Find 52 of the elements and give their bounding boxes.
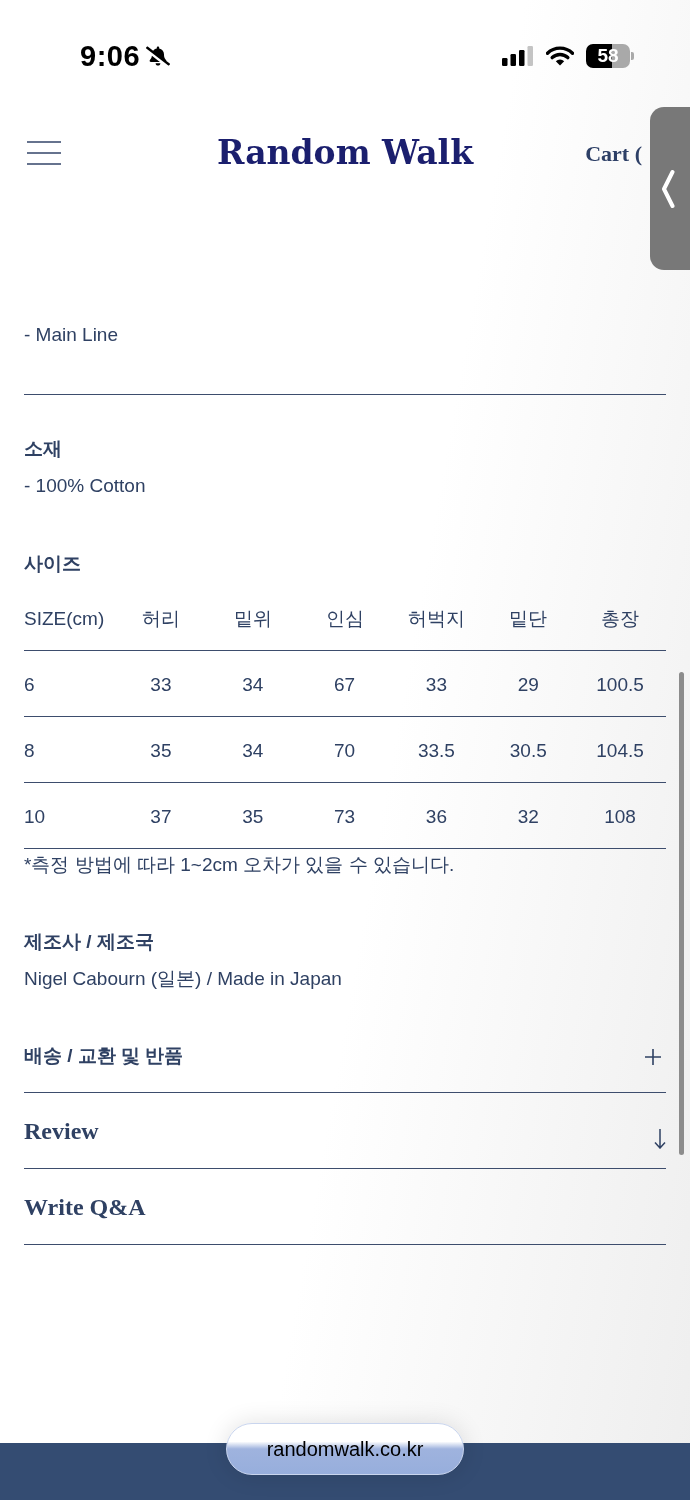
maker-text: Nigel Cabourn (일본) / Made in Japan	[24, 967, 343, 991]
material-text: - 100% Cotton	[24, 474, 147, 498]
accordion-title: Review	[24, 1116, 99, 1146]
product-line-text: - Main Line	[24, 323, 119, 347]
table-cell-text: 108	[603, 805, 637, 830]
table-cell-text: 33.5	[416, 739, 456, 764]
table-cell-text: 32	[516, 805, 540, 830]
accordion-row[interactable]: 배송 / 교환 및 반품	[24, 1021, 666, 1093]
accordion-title: 배송 / 교환 및 반품	[24, 1044, 184, 1069]
table-cell-text: 6	[24, 673, 36, 698]
table-cell-text: 35	[241, 805, 265, 830]
accordion-title: Write Q&A	[24, 1192, 146, 1222]
down-arrow-icon	[654, 1128, 666, 1149]
table-header-cell-text: 인심	[324, 607, 365, 632]
menu-icon[interactable]	[27, 141, 61, 165]
accordion-row[interactable]: Review	[24, 1093, 666, 1169]
table-cell-text: 35	[149, 739, 173, 764]
address-bar[interactable]: randomwalk.co.kr	[226, 1423, 464, 1475]
table-header-cell-text: 허리	[140, 607, 181, 632]
section-heading: 제조사 / 제조국	[24, 930, 155, 954]
table-header-cell-text: 허벅지	[406, 607, 466, 632]
table-cell-text: 100.5	[595, 673, 645, 698]
cellular-signal-icon	[502, 46, 534, 66]
clock-time: 9:06	[80, 39, 141, 74]
measurement-note: *측정 방법에 따라 1~2cm 오차가 있을 수 있습니다.	[24, 853, 456, 877]
table-header-cell-text: SIZE(cm)	[24, 607, 106, 632]
table-cell-text: 104.5	[595, 739, 645, 764]
table-cell-text: 34	[241, 739, 265, 764]
section-heading: 소재	[24, 437, 63, 461]
side-panel-tab[interactable]	[650, 107, 690, 270]
table-header-cell-text: 밑단	[508, 607, 549, 632]
table-cell-text: 73	[333, 805, 357, 830]
table-cell-text: 36	[424, 805, 448, 830]
chevron-left-icon	[661, 169, 675, 208]
table-header-cell-text: 총장	[600, 607, 641, 632]
table-cell-text: 29	[516, 673, 540, 698]
table-cell-text: 30.5	[508, 739, 548, 764]
table-cell-text: 33	[149, 673, 173, 698]
table-cell-text: 34	[241, 673, 265, 698]
bell-slash-icon	[146, 46, 171, 66]
table-cell-text: 8	[24, 739, 36, 764]
table-cell-text: 33	[424, 673, 448, 698]
table-cell-text: 10	[24, 805, 47, 830]
table-cell-text: 67	[333, 673, 357, 698]
accordion-row[interactable]: Write Q&A	[24, 1169, 666, 1245]
logo[interactable]: Random Walk	[217, 133, 473, 173]
table-cell-text: 37	[149, 805, 173, 830]
cart-link[interactable]: Cart (	[585, 136, 642, 170]
table-cell-text: 70	[333, 739, 357, 764]
section-heading: 사이즈	[24, 552, 82, 576]
table-header-cell-text: 밑위	[232, 607, 273, 632]
wifi-icon	[546, 46, 574, 66]
